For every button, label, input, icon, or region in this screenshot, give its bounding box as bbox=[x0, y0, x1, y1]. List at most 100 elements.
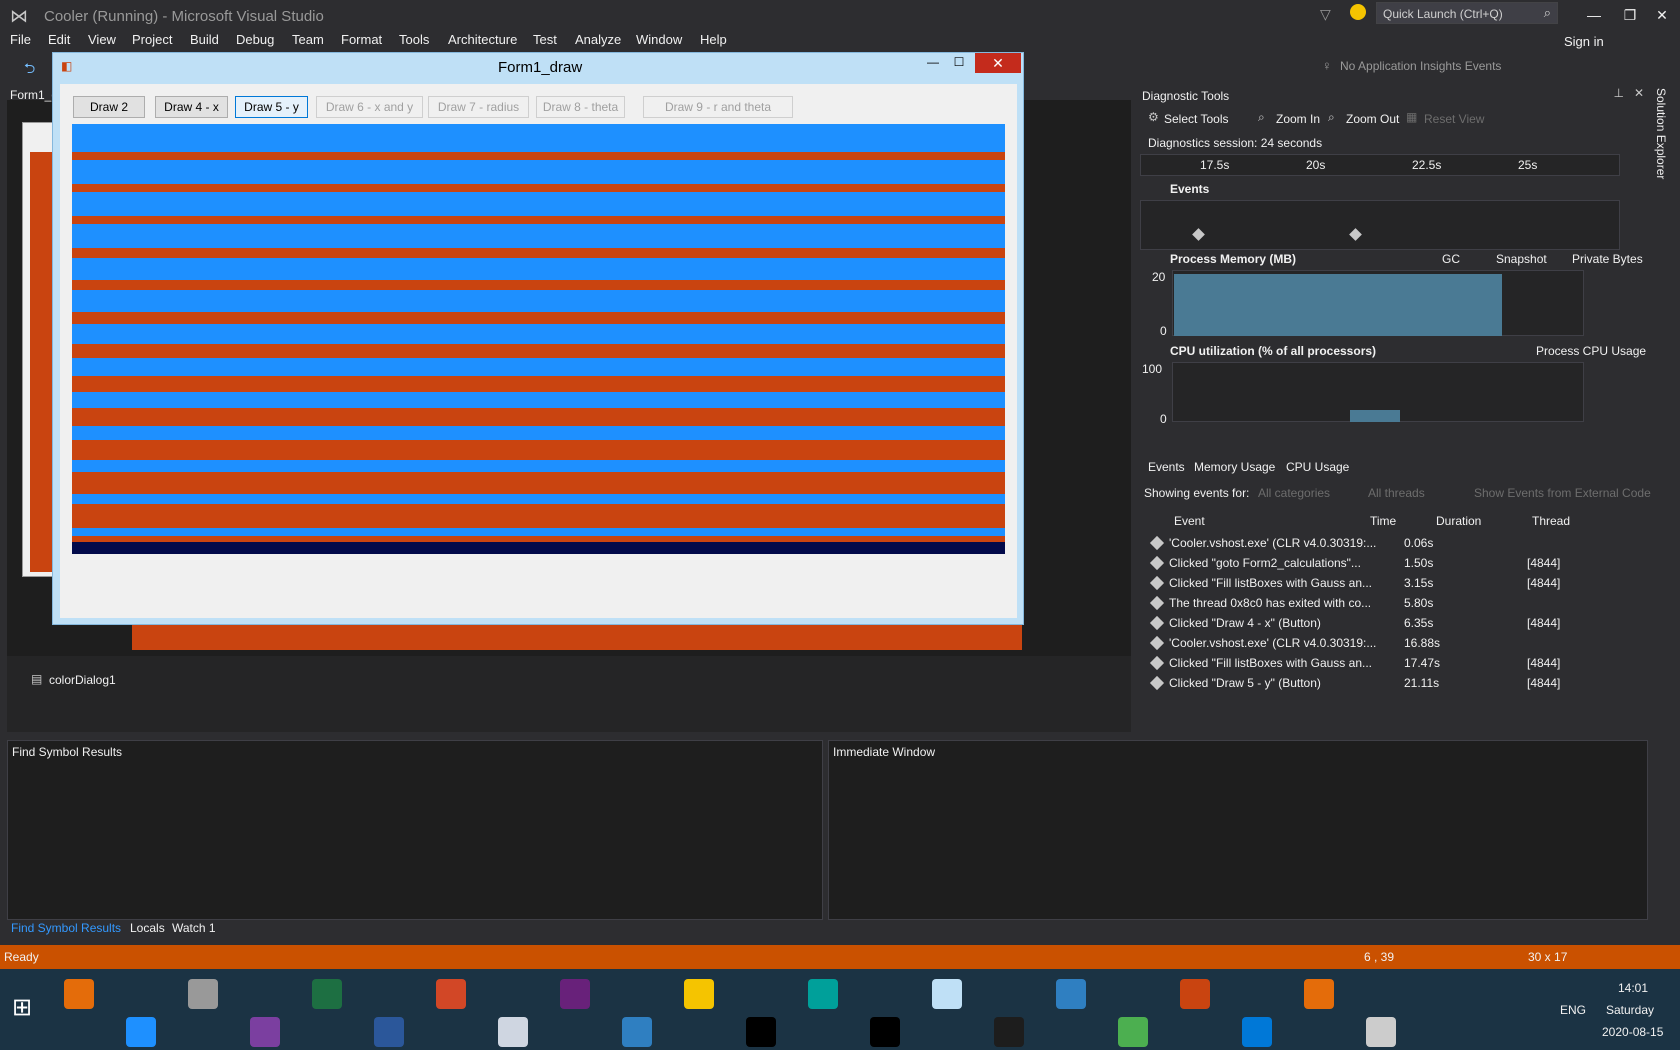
taskbar-app-icon[interactable] bbox=[436, 979, 466, 1009]
draw-button-7[interactable]: Draw 9 - r and theta bbox=[643, 96, 793, 118]
event-diamond-icon bbox=[1149, 575, 1165, 591]
taskbar-app-icon[interactable] bbox=[622, 1017, 652, 1047]
events-section-label[interactable]: Events bbox=[1170, 182, 1209, 196]
menu-test[interactable]: Test bbox=[533, 32, 557, 47]
cpu-section-label[interactable]: CPU utilization (% of all processors) bbox=[1170, 344, 1376, 358]
color-dialog-component[interactable]: colorDialog1 bbox=[49, 673, 116, 687]
draw-button-5[interactable]: Draw 7 - radius bbox=[428, 96, 529, 118]
menu-edit[interactable]: Edit bbox=[48, 32, 70, 47]
draw-button-6[interactable]: Draw 8 - theta bbox=[536, 96, 625, 118]
close-button[interactable]: ✕ bbox=[1642, 2, 1680, 28]
col-thread[interactable]: Thread bbox=[1532, 514, 1570, 528]
menu-tools[interactable]: Tools bbox=[399, 32, 429, 47]
diag-close-icon[interactable]: ✕ bbox=[1634, 86, 1644, 100]
taskbar-app-icon[interactable] bbox=[188, 979, 218, 1009]
bottom-tab-locals[interactable]: Locals bbox=[130, 921, 165, 935]
taskbar-app-icon[interactable] bbox=[126, 1017, 156, 1047]
taskbar-app-icon[interactable] bbox=[684, 979, 714, 1009]
taskbar-app-icon[interactable] bbox=[808, 979, 838, 1009]
menu-debug[interactable]: Debug bbox=[236, 32, 274, 47]
taskbar: ⊞ ENG 14:01 Saturday 2020-08-15 bbox=[0, 969, 1680, 1050]
taskbar-app-icon[interactable] bbox=[1304, 979, 1334, 1009]
menu-project[interactable]: Project bbox=[132, 32, 172, 47]
form-behind-border bbox=[30, 152, 54, 572]
taskbar-app-icon[interactable] bbox=[746, 1017, 776, 1047]
taskbar-app-icon[interactable] bbox=[1242, 1017, 1272, 1047]
draw-button-2[interactable]: Draw 4 - x bbox=[155, 96, 228, 118]
form-minimize-button[interactable]: — bbox=[921, 55, 945, 75]
tick-label-3: 22.5s bbox=[1412, 158, 1442, 172]
threads-dropdown[interactable]: All threads bbox=[1368, 486, 1425, 500]
categories-dropdown[interactable]: All categories bbox=[1258, 486, 1330, 500]
diag-pin-icon[interactable]: ⊥ bbox=[1614, 86, 1624, 100]
event-row[interactable]: Clicked "goto Form2_calculations"... 1.50… bbox=[1147, 553, 1627, 573]
taskbar-app-icon[interactable] bbox=[250, 1017, 280, 1047]
menu-team[interactable]: Team bbox=[292, 32, 324, 47]
event-row[interactable]: 'Cooler.vshost.exe' (CLR v4.0.30319:... 1… bbox=[1147, 633, 1627, 653]
select-tools-button[interactable]: Select Tools bbox=[1164, 112, 1228, 126]
event-row[interactable]: Clicked "Draw 5 - y" (Button) 21.11s [4844… bbox=[1147, 673, 1627, 693]
taskbar-app-icon[interactable] bbox=[312, 979, 342, 1009]
event-row[interactable]: The thread 0x8c0 has exited with co... 5.… bbox=[1147, 593, 1627, 613]
menu-format[interactable]: Format bbox=[341, 32, 382, 47]
menu-architecture[interactable]: Architecture bbox=[448, 32, 517, 47]
clock-time[interactable]: 14:01 bbox=[1618, 981, 1648, 995]
draw-button-4[interactable]: Draw 6 - x and y bbox=[316, 96, 423, 118]
minimize-button[interactable]: — bbox=[1574, 2, 1614, 28]
taskbar-app-icon[interactable] bbox=[374, 1017, 404, 1047]
bottom-tab-watch[interactable]: Watch 1 bbox=[172, 921, 216, 935]
col-duration[interactable]: Duration bbox=[1436, 514, 1481, 528]
col-time[interactable]: Time bbox=[1370, 514, 1396, 528]
menu-window[interactable]: Window bbox=[636, 32, 682, 47]
taskbar-app-icon[interactable] bbox=[1366, 1017, 1396, 1047]
taskbar-app-icon[interactable] bbox=[560, 979, 590, 1009]
filter-icon[interactable]: ▽ bbox=[1320, 6, 1331, 23]
external-code-toggle[interactable]: Show Events from External Code bbox=[1474, 486, 1651, 500]
menu-view[interactable]: View bbox=[88, 32, 116, 47]
event-row[interactable]: 'Cooler.vshost.exe' (CLR v4.0.30319:... 0… bbox=[1147, 533, 1627, 553]
canvas-stripe bbox=[72, 440, 1005, 460]
event-row[interactable]: Clicked "Draw 4 - x" (Button) 6.35s [4844] bbox=[1147, 613, 1627, 633]
taskbar-app-icon[interactable] bbox=[1056, 979, 1086, 1009]
diag-tab-cpu[interactable]: CPU Usage bbox=[1286, 460, 1349, 474]
taskbar-app-icon[interactable] bbox=[870, 1017, 900, 1047]
diag-tab-memory[interactable]: Memory Usage bbox=[1194, 460, 1275, 474]
event-row[interactable]: Clicked "Fill listBoxes with Gauss an...… bbox=[1147, 573, 1627, 593]
menu-analyze[interactable]: Analyze bbox=[575, 32, 621, 47]
app-insights-label[interactable]: No Application Insights Events bbox=[1340, 59, 1501, 73]
event-row[interactable]: Clicked "Fill listBoxes with Gauss an...… bbox=[1147, 653, 1627, 673]
canvas-stripe bbox=[72, 344, 1005, 358]
bottom-tab-find[interactable]: Find Symbol Results bbox=[11, 921, 121, 935]
system-language[interactable]: ENG bbox=[1560, 1003, 1586, 1017]
menu-build[interactable]: Build bbox=[190, 32, 219, 47]
taskbar-app-icon[interactable] bbox=[932, 979, 962, 1009]
taskbar-app-icon[interactable] bbox=[1118, 1017, 1148, 1047]
feedback-smiley-icon[interactable] bbox=[1350, 4, 1366, 20]
form-maximize-button[interactable]: ☐ bbox=[947, 55, 971, 75]
sign-in-link[interactable]: Sign in bbox=[1564, 34, 1604, 49]
reset-view-button[interactable]: Reset View bbox=[1424, 112, 1484, 126]
clock-day[interactable]: Saturday bbox=[1606, 1003, 1654, 1017]
menu-file[interactable]: File bbox=[10, 32, 31, 47]
windows-start-icon[interactable]: ⊞ bbox=[12, 993, 32, 1022]
editor-tab[interactable]: Form1_d bbox=[10, 88, 58, 102]
taskbar-app-icon[interactable] bbox=[994, 1017, 1024, 1047]
window-title: Cooler (Running) - Microsoft Visual Stud… bbox=[44, 8, 324, 25]
col-event[interactable]: Event bbox=[1174, 514, 1205, 528]
form-close-button[interactable]: ✕ bbox=[975, 53, 1021, 73]
draw-button-1[interactable]: Draw 2 bbox=[73, 96, 145, 118]
clock-date[interactable]: 2020-08-15 bbox=[1602, 1025, 1663, 1039]
taskbar-app-icon[interactable] bbox=[1180, 979, 1210, 1009]
immediate-window[interactable]: Immediate Window bbox=[828, 740, 1648, 920]
quick-launch-input[interactable]: Quick Launch (Ctrl+Q) ⌕ bbox=[1376, 2, 1558, 24]
zoom-in-button[interactable]: Zoom In bbox=[1276, 112, 1320, 126]
back-arrow-icon[interactable]: ⮌ bbox=[24, 58, 35, 82]
memory-section-label[interactable]: Process Memory (MB) bbox=[1170, 252, 1296, 266]
diag-tab-events[interactable]: Events bbox=[1148, 460, 1185, 474]
taskbar-app-icon[interactable] bbox=[64, 979, 94, 1009]
menu-help[interactable]: Help bbox=[700, 32, 727, 47]
taskbar-app-icon[interactable] bbox=[498, 1017, 528, 1047]
zoom-out-button[interactable]: Zoom Out bbox=[1346, 112, 1399, 126]
draw-button-3[interactable]: Draw 5 - y bbox=[235, 96, 308, 118]
solution-explorer-tab[interactable]: Solution Explorer bbox=[1654, 88, 1668, 179]
